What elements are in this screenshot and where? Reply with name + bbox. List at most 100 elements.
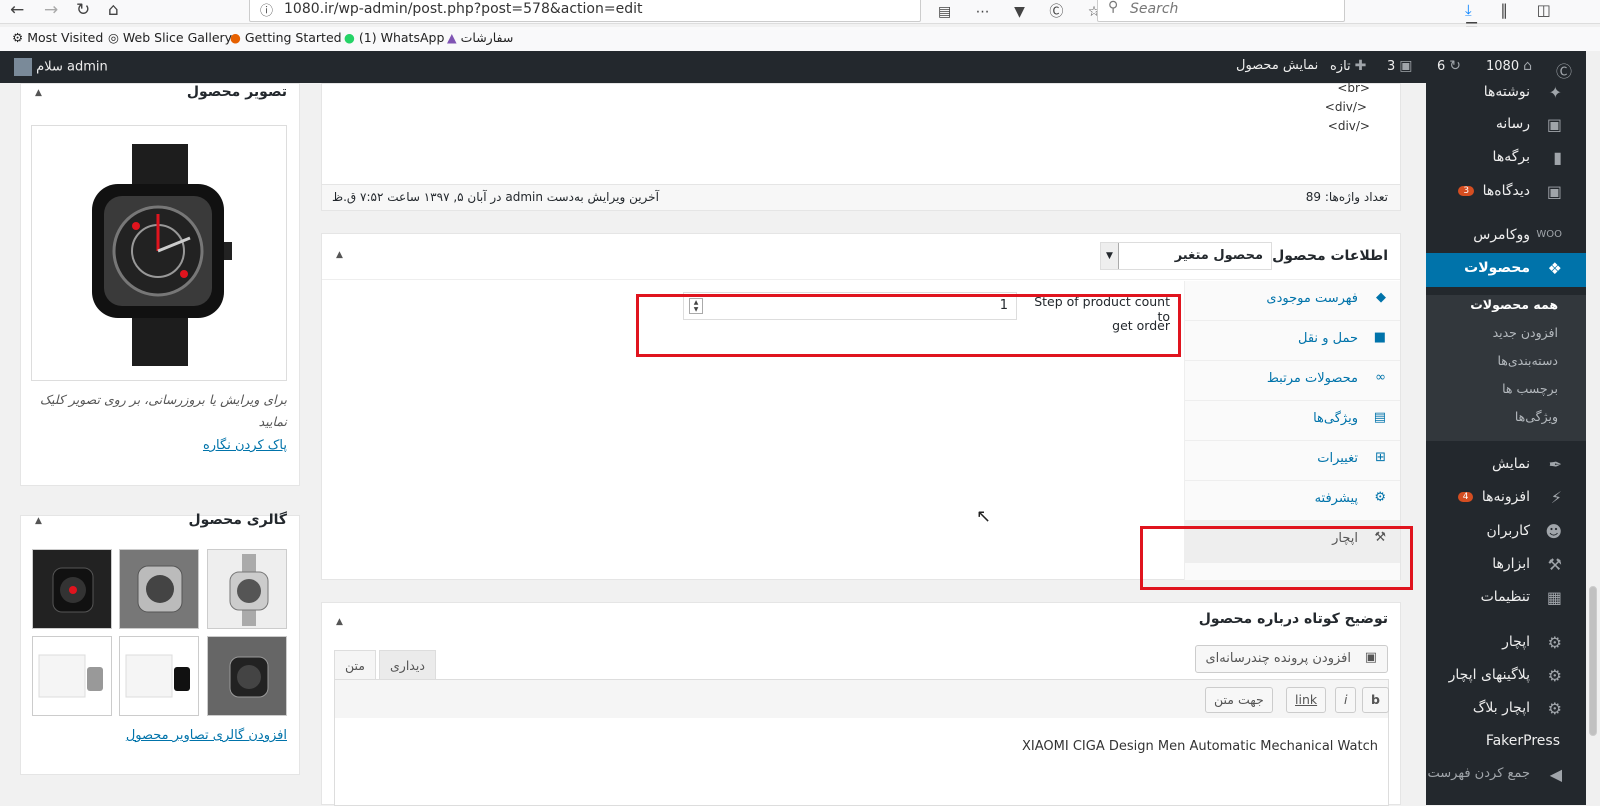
comment-icon: ▣ [1546, 182, 1562, 201]
short-description-content: XIAOMI CIGA Design Men Automatic Mechani… [1022, 739, 1378, 754]
product-image[interactable] [31, 125, 287, 381]
reload-icon[interactable]: ↻ [76, 0, 90, 20]
media-icon: ▣ [1364, 650, 1377, 665]
collapse-toggle-icon[interactable]: ▲ [336, 617, 343, 627]
url-text: 1080.ir/wp-admin/post.php?post=578&actio… [284, 1, 643, 17]
collapse-toggle-icon[interactable]: ▲ [35, 88, 42, 98]
plugins-badge: 4 [1457, 492, 1474, 502]
tab-text[interactable]: متن [334, 650, 376, 680]
menu-apchar-blog[interactable]: ⚙ اپچار بلاگ [1426, 693, 1586, 727]
chevron-down-icon: ▼ [1101, 243, 1119, 269]
view-product-link[interactable]: نمایش محصول [1236, 58, 1318, 73]
user-greeting[interactable]: سلام admin [8, 58, 108, 76]
submenu-all-products[interactable]: همه محصولات [1426, 297, 1586, 312]
tab-variations[interactable]: ⊞ تغییرات [1185, 441, 1400, 481]
admin-sidebar: ✦ نوشته‌ها ▣ رسانه ▮ برگه‌ها ▣ دیدگاه‌ها 3 W… [1426, 83, 1586, 805]
menu-pages[interactable]: ▮ برگه‌ها [1426, 142, 1586, 176]
gear-icon: ⚙ [12, 30, 24, 45]
updates-link[interactable]: 6 ↻ [1437, 58, 1461, 74]
wrench-icon: ⚒ [1547, 555, 1562, 574]
forward-icon[interactable]: → [44, 0, 58, 20]
gallery-thumbnail[interactable] [207, 636, 287, 716]
product-gallery-title: گالری محصول [188, 512, 287, 528]
product-image-box: تصویر محصول ▲ برای ویرایش یا بروزرسانی، … [20, 83, 300, 486]
brush-icon: ✒ [1548, 455, 1562, 474]
globe-icon: ◎ [108, 30, 119, 45]
submenu-add-new[interactable]: افزودن جدید [1426, 325, 1586, 340]
word-count: تعداد واژه‌ها: 89 [1305, 190, 1388, 204]
bookmark-getting-started[interactable]: ● Getting Started [230, 30, 342, 45]
collapse-toggle-icon[interactable]: ▲ [336, 250, 343, 260]
gallery-thumbnail[interactable] [32, 549, 112, 629]
tab-linked-products[interactable]: ∞ محصولات مرتبط [1185, 361, 1400, 401]
page-scrollbar[interactable] [1586, 51, 1600, 805]
italic-button[interactable]: i [1335, 687, 1357, 713]
bold-button[interactable]: b [1362, 687, 1389, 713]
bookmark-orders[interactable]: ▲ سفارشات [447, 30, 513, 45]
url-bar[interactable]: ⓘ 1080.ir/wp-admin/post.php?post=578&act… [249, 0, 921, 22]
text-direction-button[interactable]: جهت متن [1205, 687, 1273, 713]
short-description-title: توضیح کوتاه درباره محصول [1198, 611, 1388, 627]
menu-tools[interactable]: ⚒ ابزارها [1426, 549, 1586, 583]
menu-settings[interactable]: ▦ تنظیمات [1426, 582, 1586, 616]
collapse-menu[interactable]: ◀ جمع کردن فهرست [1426, 759, 1586, 793]
menu-woocommerce[interactable]: WOO ووکامرس [1426, 220, 1586, 254]
menu-comments[interactable]: ▣ دیدگاه‌ها 3 [1426, 176, 1586, 210]
tab-advanced[interactable]: ⚙ پیشرفته [1185, 481, 1400, 521]
bookmark-web-slice[interactable]: ◎ Web Slice Gallery [108, 30, 232, 45]
menu-users[interactable]: ☻ کاربران [1426, 516, 1586, 550]
last-edited: آخرین ویرایش به‌دست admin در آبان ۵, ۱۳۹… [332, 190, 659, 204]
menu-posts[interactable]: ✦ نوشته‌ها [1426, 77, 1586, 111]
gallery-thumbnail[interactable] [32, 636, 112, 716]
tab-attributes[interactable]: ▤ ویژگی‌ها [1185, 401, 1400, 441]
product-data-title: اطلاعات محصول — [1253, 248, 1388, 264]
add-media-button[interactable]: ▣ افزودن پرونده چندرسانه‌ای [1194, 645, 1388, 673]
tab-visual[interactable]: دیداری [379, 650, 436, 680]
submenu-tags[interactable]: برچسب ها [1426, 381, 1586, 396]
menu-apchar-plugins[interactable]: ⚙ پلاگینهای اپچار [1426, 660, 1586, 694]
link-button[interactable]: link [1286, 687, 1327, 713]
home-icon[interactable]: ⌂ [108, 0, 119, 20]
bookmark-whatsapp[interactable]: ● (1) WhatsApp [344, 30, 444, 45]
truck-icon: ■ [1373, 330, 1386, 345]
watch-image-icon [92, 144, 232, 366]
refresh-icon: ↻ [1449, 58, 1462, 74]
back-icon[interactable]: ← [10, 0, 24, 20]
collapse-toggle-icon[interactable]: ▲ [35, 516, 42, 526]
comment-icon: ▣ [1399, 58, 1413, 74]
browser-toolbar: ← → ↻ ⌂ ⓘ 1080.ir/wp-admin/post.php?post… [0, 0, 1600, 37]
gallery-thumbnail[interactable] [119, 636, 199, 716]
menu-apchar[interactable]: ⚙ اپچار [1426, 627, 1586, 661]
wp-admin-bar: سلام admin نمایش محصول تازه ✚ 3 ▣ 6 ↻ 1080 ⌂… [0, 51, 1600, 83]
menu-plugins[interactable]: ⚡ افزونه‌ها 4 [1426, 482, 1586, 516]
menu-appearance[interactable]: ✒ نمایش [1426, 449, 1586, 483]
products-submenu: همه محصولات افزودن جدید دسته‌بندی‌ها برچ… [1426, 295, 1586, 441]
submenu-attributes[interactable]: ویژگی‌ها [1426, 409, 1586, 424]
page-action-icons[interactable]: ▤ ⋯ ▼ Ⓒ ☆ [938, 1, 1110, 21]
product-type-select[interactable]: محصول متغیر ▼ [1100, 242, 1272, 270]
site-info-icon[interactable]: ⓘ [260, 0, 273, 19]
pages-icon: ▮ [1553, 148, 1562, 167]
gallery-thumbnail[interactable] [207, 549, 287, 629]
submenu-categories[interactable]: دسته‌بندی‌ها [1426, 353, 1586, 368]
tab-shipping[interactable]: ■ حمل و نقل [1185, 321, 1400, 361]
download-icon[interactable]: ⤓ [1465, 1, 1484, 19]
short-description-textarea[interactable] [334, 718, 1389, 806]
menu-media[interactable]: ▣ رسانه [1426, 109, 1586, 143]
list-icon: ▤ [1373, 410, 1386, 425]
gallery-thumbnail[interactable] [119, 549, 199, 629]
remove-image-link[interactable]: پاک کردن نگاره [203, 438, 287, 453]
content-editor[interactable]: <br> <div/> <div/> تعداد واژه‌ها: 89 آخر… [321, 81, 1401, 211]
comments-link[interactable]: 3 ▣ [1387, 58, 1413, 74]
scrollbar-thumb[interactable] [1589, 586, 1597, 736]
code-line: <div/> [1324, 100, 1367, 114]
tab-inventory[interactable]: ◆ فهرست موجودی [1185, 281, 1400, 321]
menu-fakerpress[interactable]: FakerPress [1426, 726, 1586, 760]
site-name-link[interactable]: 1080 ⌂ [1486, 58, 1532, 74]
add-gallery-images-link[interactable]: افزودن گالری تصاویر محصول [126, 728, 287, 743]
new-content-link[interactable]: تازه ✚ [1330, 58, 1366, 74]
menu-products[interactable]: ❖ محصولات [1426, 253, 1586, 287]
gear-icon: ⚙ [1547, 633, 1562, 652]
search-input[interactable]: ⚲ Search [1097, 0, 1345, 22]
bookmark-most-visited[interactable]: ⚙ Most Visited [12, 30, 103, 45]
